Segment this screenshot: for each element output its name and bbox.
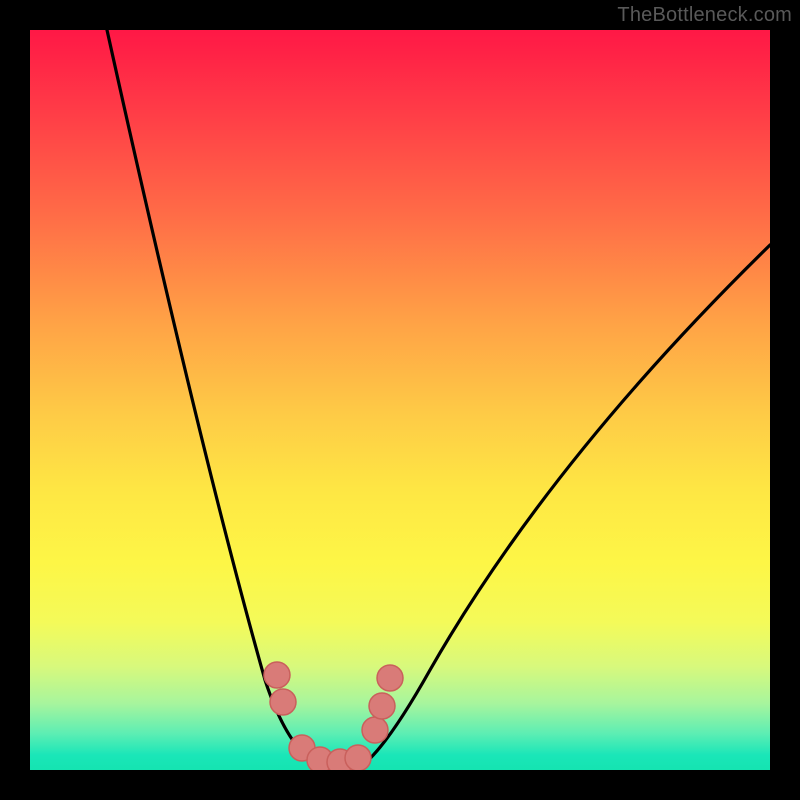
chart-frame: TheBottleneck.com bbox=[0, 0, 800, 800]
data-marker bbox=[362, 717, 388, 743]
curve-svg bbox=[30, 30, 770, 770]
data-marker bbox=[270, 689, 296, 715]
watermark-text: TheBottleneck.com bbox=[617, 4, 792, 27]
data-marker bbox=[377, 665, 403, 691]
data-marker bbox=[264, 662, 290, 688]
plot-area bbox=[30, 30, 770, 770]
marker-group bbox=[264, 662, 403, 770]
data-marker bbox=[345, 745, 371, 770]
bottleneck-curve bbox=[107, 30, 770, 767]
data-marker bbox=[369, 693, 395, 719]
